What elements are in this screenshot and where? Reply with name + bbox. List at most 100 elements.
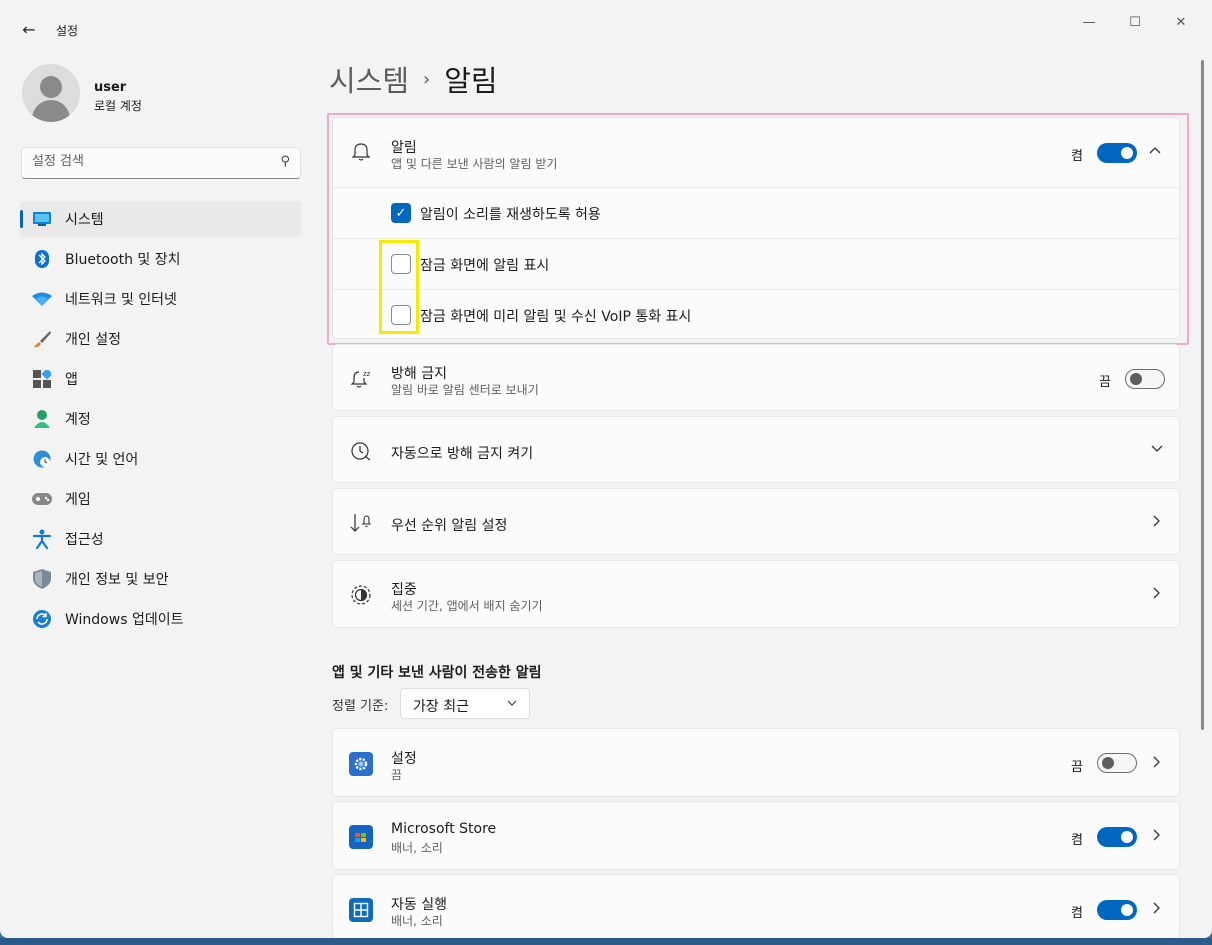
sidebar-item-system[interactable]: 시스템 (20, 201, 301, 237)
sidebar-item-label: 계정 (65, 412, 91, 428)
sort-dropdown[interactable]: 가장 최근 (400, 688, 530, 719)
notifications-state: 켬 (1071, 149, 1083, 164)
allow-sound-label: 알림이 소리를 재생하도록 허용 (420, 207, 601, 223)
app-toggle-autoplay[interactable] (1097, 900, 1137, 920)
breadcrumb-separator: › (423, 68, 431, 90)
notifications-card: 알림 앱 및 다른 보낸 사람의 알림 받기 켬 ✓ 알림이 소리를 재생하도록… (332, 117, 1181, 340)
sidebar-item-gaming[interactable]: 게임 (20, 481, 301, 517)
close-button[interactable]: ✕ (1158, 10, 1204, 34)
do-not-disturb-title: 방해 금지 (391, 366, 447, 382)
chevron-down-icon[interactable] (1151, 441, 1163, 457)
settings-gear-icon (349, 752, 373, 776)
avatar-body-icon (32, 100, 70, 122)
app-detail: 끔 (391, 768, 403, 782)
back-button[interactable]: ← (14, 14, 44, 44)
chevron-up-icon[interactable] (1149, 142, 1161, 158)
sidebar-item-apps[interactable]: 앱 (20, 361, 301, 397)
app-row-settings[interactable]: 설정 끔 끔 (332, 728, 1180, 797)
sidebar-nav: 시스템 Bluetooth 및 장치 네트워크 및 인터넷 개인 설정 앱 계정… (20, 201, 301, 641)
search-icon[interactable]: ⚲ (280, 154, 290, 169)
notifications-subtitle: 앱 및 다른 보낸 사람의 알림 받기 (391, 157, 558, 171)
app-state: 켬 (1071, 833, 1083, 848)
sidebar-item-label: 네트워크 및 인터넷 (65, 292, 177, 308)
bluetooth-icon (32, 249, 52, 269)
lock-screen-label: 잠금 화면에 알림 표시 (420, 258, 550, 274)
accessibility-icon (32, 529, 52, 549)
notifications-title: 알림 (391, 140, 417, 156)
sidebar-item-bluetooth[interactable]: Bluetooth 및 장치 (20, 241, 301, 277)
sidebar-item-label: Bluetooth 및 장치 (65, 252, 181, 268)
chevron-right-icon[interactable] (1153, 756, 1161, 772)
sidebar-item-label: 앱 (65, 372, 78, 388)
search-input[interactable] (32, 154, 262, 169)
app-detail: 배너, 소리 (391, 841, 443, 855)
account-icon (32, 409, 52, 429)
auto-dnd-title: 자동으로 방해 금지 켜기 (391, 446, 534, 462)
breadcrumb-parent[interactable]: 시스템 (329, 58, 409, 100)
breadcrumb: 시스템 › 알림 (329, 58, 498, 100)
sidebar-item-network[interactable]: 네트워크 및 인터넷 (20, 281, 301, 317)
gamepad-icon (32, 489, 52, 509)
sidebar-item-accounts[interactable]: 계정 (20, 401, 301, 437)
focus-subtitle: 세션 기간, 앱에서 배지 숨기기 (391, 599, 543, 613)
auto-dnd-card[interactable]: 자동으로 방해 금지 켜기 (332, 416, 1180, 483)
autoplay-icon (349, 898, 373, 922)
priority-card[interactable]: 우선 순위 알림 설정 (332, 488, 1180, 555)
checkmark-icon: ✓ (395, 205, 407, 221)
avatar (22, 64, 80, 122)
lock-screen-voip-checkbox[interactable] (391, 305, 411, 325)
sidebar-item-personalization[interactable]: 개인 설정 (20, 321, 301, 357)
sidebar-item-label: 접근성 (65, 532, 104, 548)
settings-search[interactable]: ⚲ (21, 147, 301, 179)
system-display-icon (32, 209, 52, 229)
allow-sound-checkbox[interactable]: ✓ (391, 203, 411, 223)
page-title: 알림 (444, 64, 498, 98)
lock-screen-checkbox[interactable] (391, 254, 411, 274)
app-name: Microsoft Store (391, 821, 497, 837)
svg-text:zz: zz (363, 370, 371, 378)
priority-sort-icon (349, 511, 373, 535)
do-not-disturb-bell-icon: zz (349, 367, 373, 391)
do-not-disturb-card[interactable]: zz 방해 금지 알림 바로 알림 센터로 보내기 끔 (332, 344, 1180, 411)
maximize-button[interactable]: ☐ (1112, 10, 1158, 34)
option-lock-screen-voip[interactable]: 잠금 화면에 미리 알림 및 수신 VoIP 통화 표시 (333, 289, 1181, 340)
option-lock-screen[interactable]: 잠금 화면에 알림 표시 (333, 238, 1181, 289)
sidebar-item-accessibility[interactable]: 접근성 (20, 521, 301, 557)
notifications-toggle[interactable] (1097, 143, 1137, 163)
notifications-header[interactable]: 알림 앱 및 다른 보낸 사람의 알림 받기 켬 (333, 118, 1181, 187)
chevron-right-icon[interactable] (1153, 587, 1161, 603)
focus-title: 집중 (391, 582, 417, 598)
chevron-right-icon[interactable] (1153, 829, 1161, 845)
sidebar-item-label: 개인 설정 (65, 332, 121, 348)
sidebar-item-label: 시간 및 언어 (65, 452, 139, 468)
app-title: 설정 (56, 24, 79, 38)
minimize-button[interactable]: — (1066, 10, 1112, 34)
chevron-right-icon[interactable] (1153, 902, 1161, 918)
do-not-disturb-toggle[interactable] (1125, 369, 1165, 389)
microsoft-store-icon (349, 825, 373, 849)
back-arrow-icon: ← (22, 19, 36, 39)
sidebar-item-label: 시스템 (65, 212, 104, 228)
app-row-microsoft-store[interactable]: Microsoft Store 배너, 소리 켬 (332, 801, 1180, 870)
scrollbar[interactable] (1201, 60, 1204, 730)
clock-icon (349, 439, 373, 463)
sort-label: 정렬 기준: (332, 699, 389, 714)
settings-window: ← 설정 — ☐ ✕ user 로컬 계정 ⚲ 시스템 Bluetooth 및 (0, 0, 1212, 938)
bell-icon (349, 140, 373, 164)
sidebar-item-privacy[interactable]: 개인 정보 및 보안 (20, 561, 301, 597)
app-row-autoplay[interactable]: 자동 실행 배너, 소리 켬 (332, 874, 1180, 938)
sidebar-item-label: 개인 정보 및 보안 (65, 572, 169, 588)
app-toggle-microsoft-store[interactable] (1097, 827, 1137, 847)
sidebar-item-windows-update[interactable]: Windows 업데이트 (20, 601, 301, 637)
desktop-background (0, 938, 1212, 945)
account-type: 로컬 계정 (94, 99, 142, 113)
do-not-disturb-subtitle: 알림 바로 알림 센터로 보내기 (391, 383, 539, 397)
app-toggle-settings[interactable] (1097, 753, 1137, 773)
update-icon (32, 609, 52, 629)
app-detail: 배너, 소리 (391, 914, 443, 928)
chevron-right-icon[interactable] (1153, 515, 1161, 531)
sidebar-item-time-language[interactable]: 시간 및 언어 (20, 441, 301, 477)
focus-card[interactable]: 집중 세션 기간, 앱에서 배지 숨기기 (332, 560, 1180, 628)
user-name: user (94, 80, 127, 95)
option-allow-sound[interactable]: ✓ 알림이 소리를 재생하도록 허용 (333, 187, 1181, 238)
